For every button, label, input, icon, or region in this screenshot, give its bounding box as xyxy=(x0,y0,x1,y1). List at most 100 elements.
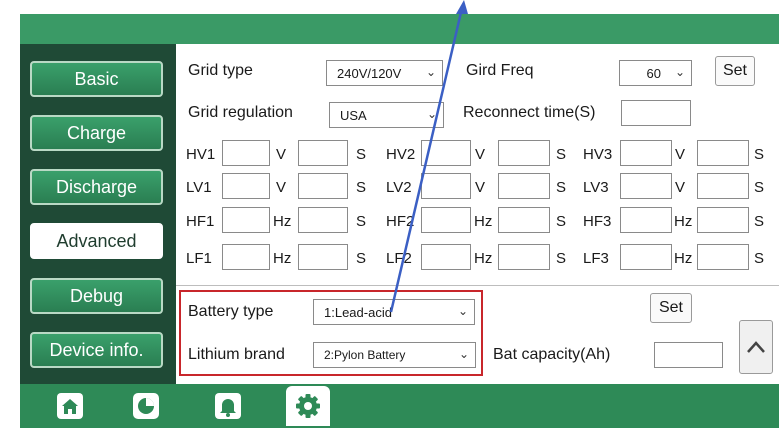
hf3-time-input[interactable] xyxy=(697,207,749,233)
tab-statistics[interactable] xyxy=(128,390,164,422)
bat-capacity-input[interactable] xyxy=(654,342,723,368)
lv3-unit-s: S xyxy=(754,179,765,196)
lithium-brand-value: 2:Pylon Battery xyxy=(324,348,406,362)
hf2-unit-s: S xyxy=(556,213,567,230)
lf3-label: LF3 xyxy=(583,250,609,267)
lf1-unit-hz: Hz xyxy=(273,250,292,267)
sidebar-item-device-info[interactable]: Device info. xyxy=(30,332,163,368)
hf1-unit-s: S xyxy=(356,213,367,230)
hv2-unit-s: S xyxy=(556,146,567,163)
hf3-label: HF3 xyxy=(583,213,612,230)
lf2-label: LF2 xyxy=(386,250,412,267)
lv3-time-input[interactable] xyxy=(697,173,749,199)
hv2-voltage-input[interactable] xyxy=(421,140,471,166)
hf1-time-input[interactable] xyxy=(298,207,348,233)
lv1-unit-v: V xyxy=(276,179,287,196)
hf3-unit-hz: Hz xyxy=(674,213,693,230)
hf1-unit-hz: Hz xyxy=(273,213,292,230)
hv2-time-input[interactable] xyxy=(498,140,550,166)
hf3-unit-s: S xyxy=(754,213,765,230)
gear-icon xyxy=(296,394,320,418)
scroll-up-button[interactable] xyxy=(739,320,773,374)
grid-regulation-select[interactable]: USA ⌄ xyxy=(329,102,444,128)
lf3-unit-hz: Hz xyxy=(674,250,693,267)
hv1-unit-v: V xyxy=(276,146,287,163)
grid-freq-value: 60 xyxy=(646,65,661,81)
hf2-label: HF2 xyxy=(386,213,415,230)
grid-freq-label: Gird Freq xyxy=(466,62,534,79)
hf2-freq-input[interactable] xyxy=(421,207,471,233)
hv3-time-input[interactable] xyxy=(697,140,749,166)
battery-type-value: 1:Lead-acid xyxy=(324,304,392,320)
chevron-up-icon xyxy=(747,341,765,353)
lv2-label: LV2 xyxy=(386,179,412,196)
hf2-unit-hz: Hz xyxy=(474,213,493,230)
grid-regulation-value: USA xyxy=(340,107,367,123)
tab-alarms[interactable] xyxy=(210,390,246,422)
lithium-brand-select[interactable]: 2:Pylon Battery ⌄ xyxy=(313,342,476,368)
lv2-voltage-input[interactable] xyxy=(421,173,471,199)
battery-set-button[interactable]: Set xyxy=(650,293,692,323)
hv3-unit-v: V xyxy=(675,146,686,163)
lf2-unit-hz: Hz xyxy=(474,250,493,267)
lv2-time-input[interactable] xyxy=(498,173,550,199)
hv3-voltage-input[interactable] xyxy=(620,140,672,166)
home-icon xyxy=(57,393,83,419)
lithium-brand-label: Lithium brand xyxy=(188,346,285,363)
hv3-label: HV3 xyxy=(583,146,613,163)
tab-settings[interactable] xyxy=(286,386,330,426)
battery-type-label: Battery type xyxy=(188,303,274,320)
hv1-label: HV1 xyxy=(186,146,216,163)
top-bar xyxy=(20,14,779,44)
hv1-unit-s: S xyxy=(356,146,367,163)
lv1-time-input[interactable] xyxy=(298,173,348,199)
lv3-unit-v: V xyxy=(675,179,686,196)
grid-type-select[interactable]: 240V/120V ⌄ xyxy=(326,60,443,86)
chevron-down-icon: ⌄ xyxy=(674,65,685,79)
lv1-unit-s: S xyxy=(356,179,367,196)
lv2-unit-v: V xyxy=(475,179,486,196)
reconnect-time-label: Reconnect time(S) xyxy=(463,104,596,121)
lf1-freq-input[interactable] xyxy=(222,244,270,270)
hv1-time-input[interactable] xyxy=(298,140,348,166)
bat-capacity-label: Bat capacity(Ah) xyxy=(493,346,611,363)
grid-freq-select[interactable]: 60 ⌄ xyxy=(619,60,692,86)
lv1-voltage-input[interactable] xyxy=(222,173,270,199)
chevron-down-icon: ⌄ xyxy=(425,65,436,79)
hv1-voltage-input[interactable] xyxy=(222,140,270,166)
chevron-down-icon: ⌄ xyxy=(457,304,468,318)
lf3-freq-input[interactable] xyxy=(620,244,672,270)
reconnect-time-input[interactable] xyxy=(621,100,691,126)
sidebar-item-advanced[interactable]: Advanced xyxy=(30,223,163,259)
lf1-label: LF1 xyxy=(186,250,212,267)
hv2-unit-v: V xyxy=(475,146,486,163)
grid-type-value: 240V/120V xyxy=(337,65,402,81)
chevron-down-icon: ⌄ xyxy=(426,107,437,121)
lf2-time-input[interactable] xyxy=(498,244,550,270)
lf3-time-input[interactable] xyxy=(697,244,749,270)
lf2-freq-input[interactable] xyxy=(421,244,471,270)
hf1-label: HF1 xyxy=(186,213,215,230)
lv2-unit-s: S xyxy=(556,179,567,196)
battery-type-select[interactable]: 1:Lead-acid ⌄ xyxy=(313,299,475,325)
sidebar-item-charge[interactable]: Charge xyxy=(30,115,163,151)
tab-home[interactable] xyxy=(52,390,88,422)
lv3-voltage-input[interactable] xyxy=(620,173,672,199)
chevron-down-icon: ⌄ xyxy=(458,347,469,361)
lv1-label: LV1 xyxy=(186,179,212,196)
hf2-time-input[interactable] xyxy=(498,207,550,233)
hf1-freq-input[interactable] xyxy=(222,207,270,233)
hv3-unit-s: S xyxy=(754,146,765,163)
sidebar-item-discharge[interactable]: Discharge xyxy=(30,169,163,205)
lf3-unit-s: S xyxy=(754,250,765,267)
hf3-freq-input[interactable] xyxy=(620,207,672,233)
grid-type-label: Grid type xyxy=(188,62,253,79)
lf1-time-input[interactable] xyxy=(298,244,348,270)
pie-chart-icon xyxy=(133,393,159,419)
bell-icon xyxy=(215,393,241,419)
sidebar-item-debug[interactable]: Debug xyxy=(30,278,163,314)
sidebar-item-basic[interactable]: Basic xyxy=(30,61,163,97)
lf2-unit-s: S xyxy=(556,250,567,267)
grid-set-button[interactable]: Set xyxy=(715,56,755,86)
hv2-label: HV2 xyxy=(386,146,416,163)
